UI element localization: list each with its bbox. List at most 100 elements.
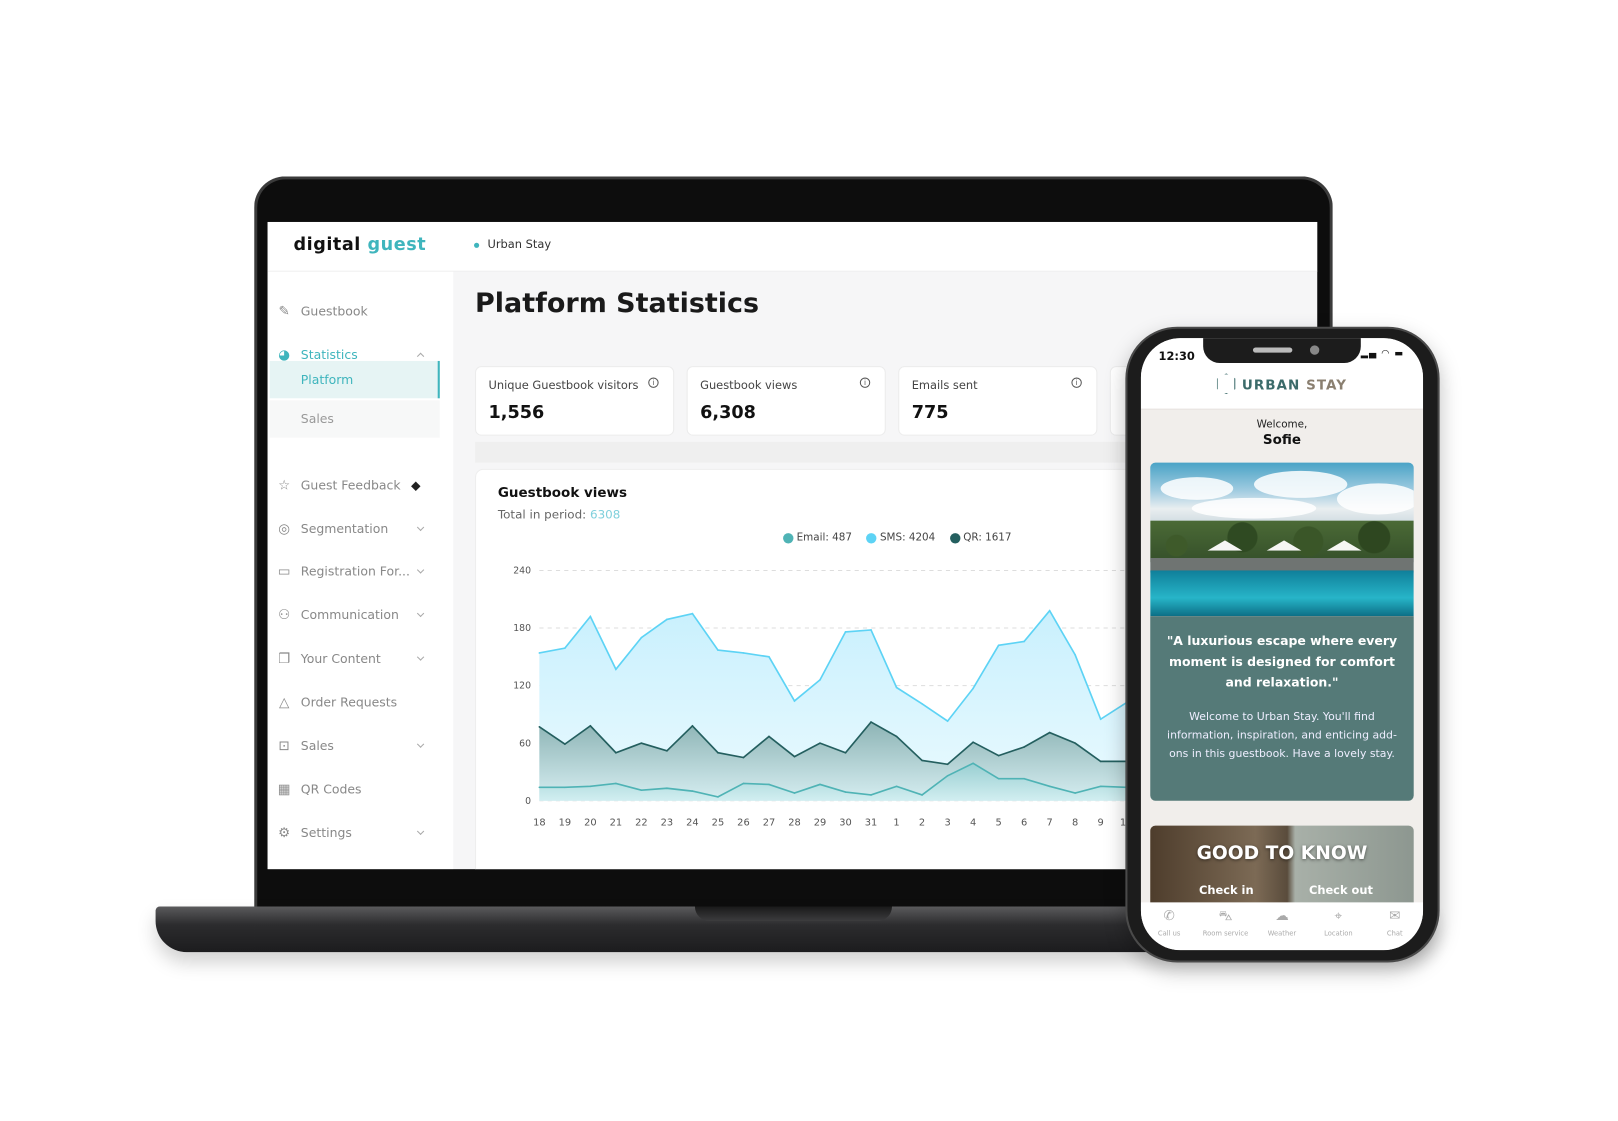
data-point-qr (921, 759, 923, 762)
sidebar-item-qr-codes[interactable]: ▦ QR Codes (268, 771, 454, 808)
data-point-qr (946, 763, 949, 766)
sidebar-item-communication[interactable]: ⚇ Communication (268, 596, 454, 633)
data-point-sms (895, 686, 898, 689)
legend-item-sms[interactable]: SMS: 4204 (866, 532, 935, 543)
data-point-sms (870, 629, 872, 631)
sidebar-item-label: Communication (300, 607, 399, 623)
data-point-qr (691, 725, 694, 727)
sidebar-item-order-requests[interactable]: △ Order Requests (268, 684, 454, 721)
data-point-email (870, 794, 872, 796)
good-to-know-card[interactable]: GOOD TO KNOW Check in Check out (1150, 825, 1414, 909)
chevron-down-icon[interactable] (416, 827, 425, 835)
stat-card: Emails sent i 775 (898, 366, 1098, 436)
data-point-sms (921, 702, 923, 705)
leaf-logo-icon (1216, 373, 1236, 395)
intro-text: Welcome to Urban Stay. You'll find infor… (1167, 710, 1397, 761)
data-point-sms (972, 687, 974, 690)
sidebar-item-guestbook[interactable]: ✎ Guestbook (268, 292, 454, 329)
data-point-email (640, 789, 643, 791)
wallet-icon: ⊡ (278, 737, 290, 754)
chevron-down-icon[interactable] (416, 523, 425, 532)
cloud-icon: ☁ (1275, 908, 1289, 925)
property-selector[interactable]: Urban Stay (474, 238, 551, 251)
chevron-down-icon[interactable] (416, 609, 425, 618)
sidebar-subitem-sales[interactable]: Sales (269, 400, 440, 438)
data-point-qr (564, 743, 566, 745)
data-point-email (691, 790, 694, 792)
chevron-down-icon[interactable] (416, 740, 425, 748)
logo[interactable]: digital guest (294, 234, 427, 255)
clipboard-icon: ▭ (277, 563, 291, 580)
gear-icon: ⚙ (278, 825, 291, 841)
nav-label: Room service (1202, 929, 1249, 938)
chevron-down-icon[interactable] (416, 566, 425, 574)
legend-label: QR: 1617 (963, 532, 1012, 544)
phone-notch (1203, 338, 1361, 364)
x-tick-label: 23 (661, 818, 674, 829)
chat-icon: ✉ (1389, 908, 1401, 925)
data-point-sms (640, 636, 643, 639)
x-tick-label: 6 (1021, 818, 1027, 829)
chart-title: Guestbook views (497, 485, 628, 501)
info-icon[interactable]: i (648, 377, 659, 388)
data-point-sms (844, 631, 847, 633)
data-point-qr (538, 726, 541, 728)
nav-chat[interactable]: ✉ Chat (1368, 909, 1422, 950)
x-tick-label: 28 (788, 818, 801, 829)
sidebar-item-label: Your Content (300, 651, 381, 666)
nav-room-service[interactable]: ⛍ Room service (1199, 909, 1253, 950)
data-point-email (742, 782, 745, 785)
x-tick-label: 31 (865, 818, 878, 829)
users-icon: ⚇ (278, 607, 291, 623)
info-icon[interactable]: i (1071, 377, 1082, 388)
check-in-link[interactable]: Check in (1199, 884, 1254, 897)
sidebar-item-sales[interactable]: ⊡ Sales (268, 727, 454, 764)
bottom-nav: ✆ Call us ⛍ Room service ☁ Weather ⌖ Location ✉ C… (1140, 902, 1424, 951)
data-point-email (717, 796, 719, 798)
x-tick-label: 8 (1072, 818, 1078, 829)
top-header: digital guest Urban Stay (267, 221, 1318, 272)
x-tick-label: 29 (814, 818, 827, 829)
section-title: GOOD TO KNOW (1196, 842, 1368, 864)
x-tick-label: 25 (712, 818, 725, 829)
nav-call-us[interactable]: ✆ Call us (1142, 909, 1196, 950)
data-point-email (972, 762, 974, 765)
sidebar-item-label: Registration For... (300, 564, 410, 579)
sidebar-subitem-platform[interactable]: Platform (269, 360, 440, 399)
data-point-email (793, 792, 796, 794)
sidebar-item-label: Guest Feedback (300, 478, 401, 493)
nav-weather[interactable]: ☁ Weather (1255, 909, 1309, 950)
legend-swatch (866, 532, 877, 543)
x-tick-label: 19 (559, 818, 572, 829)
phone-icon: ✆ (1163, 908, 1175, 925)
copy-icon: ❐ (278, 650, 291, 667)
data-point-sms (538, 652, 541, 654)
sidebar-item-segmentation[interactable]: ◎ Segmentation (268, 510, 454, 547)
data-point-qr (1023, 746, 1025, 748)
chevron-up-icon[interactable] (416, 352, 425, 360)
guest-name: Sofie (1262, 432, 1302, 449)
x-tick-label: 9 (1098, 818, 1104, 829)
data-point-email (1023, 777, 1025, 780)
sidebar-item-registration-for[interactable]: ▭ Registration For... (268, 553, 454, 590)
x-tick-label: 2 (919, 818, 925, 829)
data-point-sms (768, 655, 770, 658)
chevron-down-icon[interactable] (416, 653, 425, 661)
info-icon[interactable]: i (859, 377, 871, 388)
data-point-email (895, 785, 898, 788)
pencil-icon: ✎ (278, 303, 290, 319)
legend-item-email[interactable]: Email: 487 (783, 532, 852, 543)
legend-label: SMS: 4204 (879, 532, 936, 544)
data-point-email (946, 774, 949, 777)
x-tick-label: 7 (1047, 818, 1053, 829)
x-tick-label: 27 (763, 818, 776, 829)
y-tick-label: 240 (513, 566, 531, 577)
sidebar-item-your-content[interactable]: ❐ Your Content (268, 640, 454, 677)
sidebar-item-guest-feedback[interactable]: ☆ Guest Feedback ◆ (268, 467, 454, 504)
legend-item-qr[interactable]: QR: 1617 (949, 532, 1012, 544)
data-point-email (1099, 785, 1102, 788)
sidebar-item-settings[interactable]: ⚙ Settings (268, 814, 454, 851)
page-title: Platform Statistics (475, 288, 760, 320)
nav-location[interactable]: ⌖ Location (1311, 909, 1365, 950)
check-out-link[interactable]: Check out (1309, 884, 1373, 897)
